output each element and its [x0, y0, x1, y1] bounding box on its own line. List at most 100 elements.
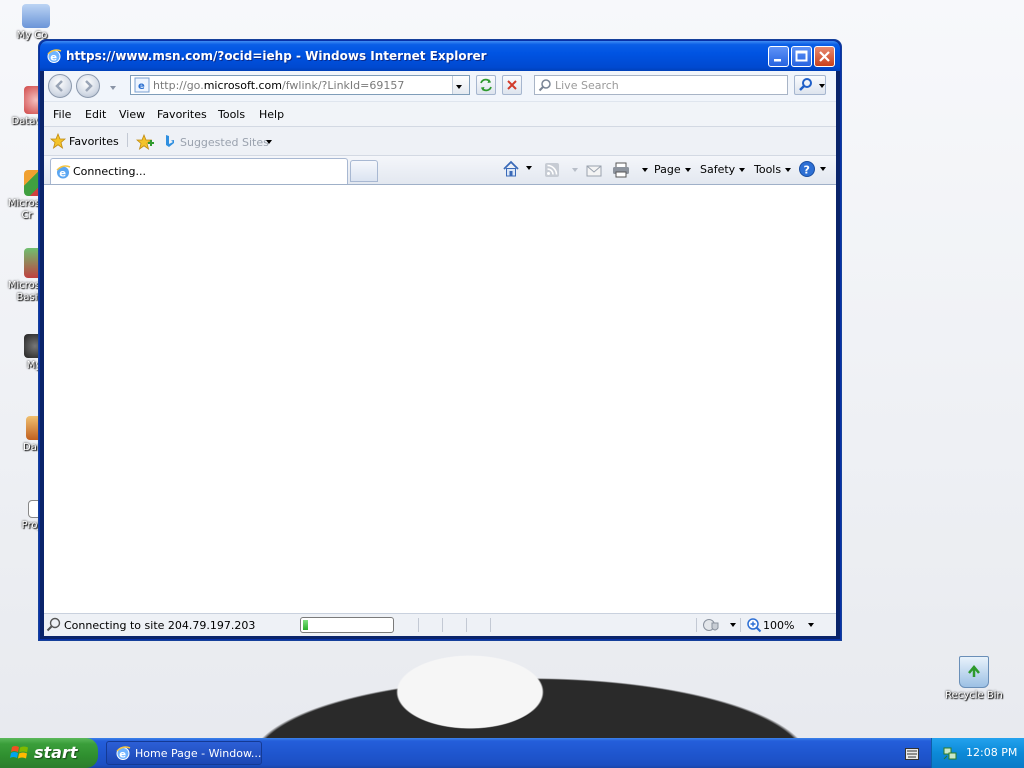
- help-button[interactable]: ?: [798, 160, 828, 180]
- taskbar-ie-icon: e: [115, 745, 131, 761]
- desktop-icon-label: Recycle Bin: [945, 690, 1003, 701]
- back-button[interactable]: [48, 74, 72, 98]
- rss-feed-icon: [545, 163, 559, 177]
- status-separator: [418, 618, 419, 632]
- svg-text:e: e: [59, 169, 66, 180]
- tab-label: Connecting...: [73, 165, 146, 178]
- chevron-down-icon: [266, 140, 272, 144]
- chevron-down-icon: [785, 168, 792, 172]
- suggested-sites-button[interactable]: Suggested Sites: [164, 132, 274, 150]
- menu-help[interactable]: Help: [259, 108, 284, 121]
- suggested-sites-label: Suggested Sites: [180, 136, 269, 149]
- recycle-bin-icon: [959, 656, 989, 688]
- mail-icon[interactable]: [586, 164, 602, 178]
- keyboard-icon[interactable]: [905, 748, 919, 760]
- favorites-label: Favorites: [69, 135, 119, 148]
- network-icon[interactable]: [942, 745, 958, 761]
- zoom-level: 100%: [763, 619, 795, 632]
- tools-menu-button[interactable]: Tools: [754, 163, 792, 176]
- menu-view[interactable]: View: [119, 108, 145, 121]
- protected-mode-button[interactable]: [702, 616, 736, 634]
- status-separator: [740, 618, 741, 632]
- chevron-down-icon: [730, 623, 736, 627]
- close-button[interactable]: [814, 46, 835, 67]
- address-url-domain: microsoft.com: [203, 79, 282, 92]
- svg-text:e: e: [119, 750, 126, 761]
- status-separator: [490, 618, 491, 632]
- search-button[interactable]: [794, 75, 826, 95]
- desktop-icon-recycle-bin[interactable]: Recycle Bin: [938, 656, 1010, 701]
- address-bar[interactable]: e http://go.microsoft.com/fwlink/?LinkId…: [130, 75, 470, 95]
- search-input[interactable]: Live Search: [534, 75, 788, 95]
- star-icon: [50, 133, 66, 149]
- progress-bar: [300, 617, 394, 633]
- chevron-down-icon: [526, 166, 532, 170]
- svg-text:e: e: [138, 81, 145, 92]
- tab-active[interactable]: e Connecting...: [50, 158, 348, 184]
- favorites-bar: Favorites Suggested Sites: [44, 127, 836, 156]
- start-button[interactable]: start: [0, 738, 98, 768]
- address-url-suffix: /fwlink/?LinkId=69157: [282, 79, 405, 92]
- address-url-prefix: http://go.: [153, 79, 204, 92]
- chevron-down-icon: [110, 86, 116, 90]
- title-bar[interactable]: e https://www.msn.com/?ocid=iehp - Windo…: [40, 41, 840, 71]
- refresh-button[interactable]: [476, 75, 496, 95]
- chevron-down-icon: [819, 84, 825, 88]
- chevron-down-icon: [808, 623, 814, 627]
- stop-icon: [507, 80, 517, 90]
- status-text: Connecting to site 204.79.197.203: [64, 619, 256, 632]
- recent-pages-dropdown[interactable]: [106, 81, 116, 94]
- browser-window: e https://www.msn.com/?ocid=iehp - Windo…: [39, 40, 841, 640]
- bing-icon: [166, 135, 174, 147]
- progress-fill: [303, 620, 308, 630]
- window-title: https://www.msn.com/?ocid=iehp - Windows…: [66, 49, 487, 63]
- menu-edit[interactable]: Edit: [85, 108, 106, 121]
- svg-text:?: ?: [804, 164, 810, 177]
- add-favorite-icon[interactable]: [136, 134, 154, 150]
- tab-row: e Connecting... Page Safety Tools ?: [44, 156, 836, 185]
- taskbar-item-ie[interactable]: e Home Page - Window...: [106, 741, 262, 765]
- system-tray: 12:08 PM: [931, 738, 1024, 768]
- printer-icon: [613, 162, 629, 178]
- tab-ie-icon: e: [55, 164, 71, 180]
- help-icon: ?: [799, 161, 815, 177]
- refresh-icon: [480, 78, 492, 92]
- ie-logo-icon: e: [46, 48, 62, 64]
- stop-button[interactable]: [502, 75, 522, 95]
- browser-client-area: e http://go.microsoft.com/fwlink/?LinkId…: [44, 71, 836, 636]
- new-tab-button[interactable]: [350, 160, 378, 182]
- safety-menu-button[interactable]: Safety: [700, 163, 746, 176]
- safety-menu-label: Safety: [700, 163, 736, 176]
- globe-shield-icon: [703, 619, 719, 631]
- print-button[interactable]: [610, 160, 648, 180]
- favorites-separator: [127, 133, 128, 147]
- menu-favorites[interactable]: Favorites: [157, 108, 207, 121]
- page-content[interactable]: [44, 185, 836, 611]
- menu-file[interactable]: File: [53, 108, 71, 121]
- home-button[interactable]: [500, 160, 532, 180]
- chevron-down-icon: [820, 167, 826, 171]
- feeds-button[interactable]: [542, 160, 578, 180]
- tools-menu-label: Tools: [754, 163, 782, 176]
- page-menu-button[interactable]: Page: [654, 163, 691, 176]
- computer-icon: [22, 4, 50, 28]
- windows-logo-icon: [10, 746, 28, 759]
- address-dropdown-button[interactable]: [452, 76, 469, 94]
- page-menu-label: Page: [654, 163, 681, 176]
- menu-tools[interactable]: Tools: [218, 108, 245, 121]
- zoom-icon: [747, 618, 762, 633]
- minimize-button[interactable]: [768, 46, 789, 67]
- address-row: e http://go.microsoft.com/fwlink/?LinkId…: [44, 71, 836, 102]
- menu-bar: File Edit View Favorites Tools Help: [44, 102, 836, 127]
- magnifier-icon: [799, 78, 812, 91]
- zoom-button[interactable]: 100%: [746, 616, 816, 634]
- address-url: http://go.microsoft.com/fwlink/?LinkId=6…: [153, 79, 404, 92]
- forward-button[interactable]: [76, 74, 100, 98]
- chevron-down-icon: [642, 168, 648, 172]
- status-separator: [696, 618, 697, 632]
- search-placeholder: Live Search: [555, 79, 619, 92]
- taskbar: start e Home Page - Window... 12:08 PM: [0, 738, 1024, 768]
- status-bar: Connecting to site 204.79.197.203 100%: [44, 613, 836, 636]
- desktop-icon-my-computer[interactable]: My Co: [0, 4, 58, 41]
- maximize-button[interactable]: [791, 46, 812, 67]
